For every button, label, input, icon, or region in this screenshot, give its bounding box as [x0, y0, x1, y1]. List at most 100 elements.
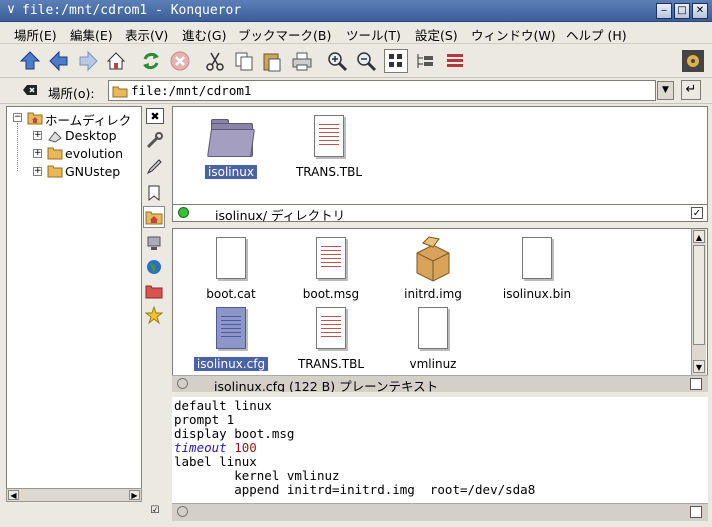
text-line: display boot.msg — [174, 426, 295, 441]
file-item-isolinux[interactable]: isolinux — [183, 113, 279, 179]
up-arrow-icon[interactable] — [18, 49, 42, 73]
folder-icon — [47, 164, 63, 178]
collapse-toggle[interactable]: − — [13, 113, 22, 122]
text-line: append initrd=initrd.img root=/dev/sda8 — [174, 482, 536, 497]
link-view-checkbox[interactable] — [690, 506, 702, 518]
menu-location[interactable]: 場所(E) — [14, 25, 57, 44]
file-item-isolinux-cfg[interactable]: isolinux.cfg — [183, 305, 279, 371]
zoom-in-icon[interactable] — [325, 49, 349, 73]
top-pane-status-bar: isolinux/ ディレクトリ ✓ — [172, 204, 708, 223]
scroll-thumb[interactable] — [693, 245, 705, 345]
text-file-icon — [305, 113, 353, 161]
expand-toggle[interactable]: + — [33, 149, 42, 158]
minimize-button[interactable]: ‒ — [656, 3, 672, 19]
text-line: kernel vmlinuz — [174, 468, 340, 483]
text-line: timeout 100 — [174, 441, 706, 455]
link-view-checkbox[interactable] — [690, 378, 702, 390]
text-line: label linux — [174, 454, 257, 469]
config-file-icon — [207, 305, 255, 353]
title-bar[interactable]: ∨ file:/mnt/cdrom1 - Konqueror ‒ □ ✕ — [0, 0, 712, 22]
package-icon — [409, 235, 457, 283]
tree-label: Desktop — [65, 128, 117, 143]
tools-tab-icon[interactable] — [143, 130, 165, 152]
file-name: isolinux — [205, 165, 257, 179]
stop-icon[interactable] — [168, 49, 192, 73]
menu-bookmarks[interactable]: ブックマーク(B) — [238, 25, 331, 44]
go-button[interactable]: ↵ — [681, 80, 701, 100]
home-icon[interactable] — [104, 49, 128, 73]
text-preview[interactable]: default linux prompt 1 display boot.msg … — [172, 397, 708, 503]
zoom-out-icon[interactable] — [354, 49, 378, 73]
globe-tab-icon[interactable] — [143, 256, 165, 278]
tree-horizontal-scrollbar[interactable]: ◀ ▶ — [6, 488, 142, 502]
window-menu-icon[interactable]: ∨ — [3, 3, 19, 19]
desktop-icon — [47, 128, 63, 144]
file-name: boot.msg — [302, 287, 360, 301]
location-dropdown-button[interactable]: ▼ — [657, 81, 674, 100]
menu-help[interactable]: ヘルプ (H) — [566, 25, 627, 44]
text-file-icon — [307, 305, 355, 353]
menu-view[interactable]: 表示(V) — [125, 25, 168, 44]
scroll-down-button[interactable]: ▼ — [693, 360, 705, 373]
file-item-trans-tbl-2[interactable]: TRANS.TBL — [283, 305, 379, 371]
star-tab-icon[interactable] — [143, 304, 165, 326]
tree-view-icon[interactable] — [413, 49, 437, 73]
file-name: initrd.img — [404, 287, 462, 301]
toolbar — [0, 44, 712, 78]
scroll-right-button[interactable]: ▶ — [129, 490, 140, 500]
sidebar-tabs: ✖ ☑ — [142, 106, 168, 516]
middle-pane-status-bar: isolinux.cfg (122 B) プレーンテキスト — [172, 375, 708, 394]
scroll-up-button[interactable]: ▲ — [693, 230, 705, 243]
file-item-boot-msg[interactable]: boot.msg — [283, 235, 379, 301]
history-tab-icon[interactable] — [143, 280, 165, 302]
window-title: file:/mnt/cdrom1 - Konqueror — [22, 3, 242, 18]
file-item-trans-tbl[interactable]: TRANS.TBL — [281, 113, 377, 179]
tree-label: evolution — [65, 146, 124, 161]
location-input[interactable]: file:/mnt/cdrom1 — [108, 80, 656, 101]
file-name: boot.cat — [206, 287, 256, 301]
inactive-indicator-icon — [177, 378, 188, 389]
file-item-boot-cat[interactable]: boot.cat — [183, 235, 279, 301]
home-folder-icon — [27, 109, 43, 125]
close-button[interactable]: ✕ — [692, 3, 708, 19]
tree-label: ホームディレク — [45, 113, 132, 128]
expand-toggle[interactable]: + — [33, 131, 42, 140]
back-arrow-icon[interactable] — [47, 49, 71, 73]
menu-go[interactable]: 進む(G) — [182, 25, 226, 44]
print-icon[interactable] — [290, 49, 314, 73]
blank-file-icon — [207, 235, 255, 283]
paste-icon[interactable] — [260, 49, 284, 73]
clear-location-icon[interactable] — [22, 83, 38, 97]
detail-view-icon[interactable] — [443, 49, 467, 73]
menu-window[interactable]: ウィンドウ(W) — [471, 25, 556, 44]
reload-icon[interactable] — [139, 49, 163, 73]
forward-arrow-icon[interactable] — [76, 49, 100, 73]
link-view-checkbox[interactable]: ✓ — [691, 207, 703, 219]
file-item-initrd-img[interactable]: initrd.img — [385, 235, 481, 301]
scroll-left-button[interactable]: ◀ — [8, 490, 19, 500]
network-tab-icon[interactable] — [143, 232, 165, 254]
expand-toggle[interactable]: + — [33, 167, 42, 176]
maximize-button[interactable]: □ — [674, 3, 690, 19]
keyword: timeout — [174, 440, 227, 455]
copy-icon[interactable] — [232, 49, 256, 73]
tree-label: GNUstep — [65, 164, 121, 179]
file-item-isolinux-bin[interactable]: isolinux.bin — [489, 235, 585, 301]
icon-view-icon[interactable] — [384, 49, 408, 73]
gear-throbber-icon — [681, 49, 705, 73]
menu-settings[interactable]: 設定(S) — [415, 25, 458, 44]
pencil-tab-icon[interactable] — [143, 156, 165, 178]
cut-icon[interactable] — [203, 49, 227, 73]
menu-edit[interactable]: 編集(E) — [70, 25, 113, 44]
bookmarks-tab-icon[interactable] — [143, 182, 165, 204]
close-sidebar-button[interactable]: ✖ — [146, 108, 164, 124]
folder-icon — [112, 84, 128, 98]
sidebar-config-icon[interactable]: ☑ — [148, 504, 162, 516]
menu-tools[interactable]: ツール(T) — [346, 25, 401, 44]
folder-icon — [47, 146, 63, 160]
home-tab-icon[interactable] — [143, 206, 165, 228]
middle-pane-scrollbar[interactable]: ▲ ▼ — [691, 229, 706, 375]
middle-file-pane: boot.cat boot.msg initrd.img isolinux.bi… — [172, 228, 708, 376]
file-item-vmlinuz[interactable]: vmlinuz — [385, 305, 481, 371]
blank-file-icon — [513, 235, 561, 283]
